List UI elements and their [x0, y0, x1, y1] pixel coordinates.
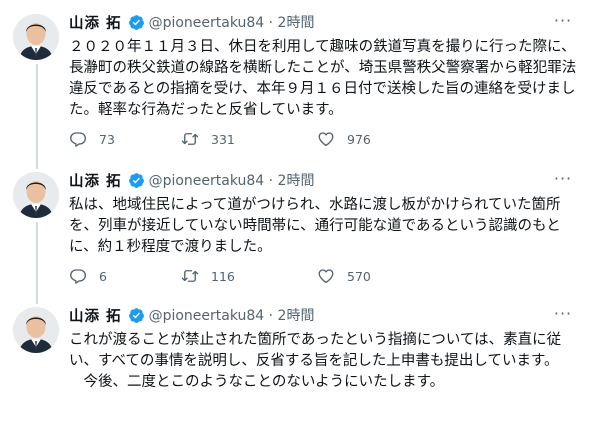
like-count: 976	[347, 131, 371, 147]
more-icon[interactable]: ···	[548, 306, 578, 327]
reply-count: 6	[99, 268, 107, 284]
avatar[interactable]	[13, 172, 59, 218]
thread-connector-line	[36, 64, 38, 160]
like-icon	[317, 267, 335, 285]
retweet-count: 116	[211, 268, 235, 284]
tweet-text-paragraph: 今後、二度とこのようなことのないようにいたします。	[83, 374, 445, 390]
author-name[interactable]: 山添 拓	[69, 170, 122, 191]
author-name[interactable]: 山添 拓	[69, 12, 122, 33]
more-icon[interactable]: ···	[548, 171, 578, 192]
like-icon	[317, 130, 335, 148]
handle-and-time[interactable]: @pioneertaku84 · 2時間	[149, 170, 315, 190]
tweet-text: これが渡ることが禁止された箇所であったという指摘については、素直に従い、すべての…	[69, 330, 581, 393]
tweet-actions: 73 331 976	[69, 128, 371, 150]
retweet-button[interactable]: 331	[181, 130, 317, 148]
tweet-2[interactable]: 山添 拓 @pioneertaku84 · 2時間 ··· 私は、地域住民によっ…	[0, 160, 595, 295]
verified-badge-icon	[128, 307, 145, 324]
thread-connector-line	[36, 160, 38, 169]
reply-icon	[69, 267, 87, 285]
author-name[interactable]: 山添 拓	[69, 305, 122, 326]
verified-badge-icon	[128, 172, 145, 189]
tweet-3[interactable]: 山添 拓 @pioneertaku84 · 2時間 ··· これが渡ることが禁止…	[0, 295, 595, 426]
tweet-text-paragraph: ２０２０年１１月３日、休日を利用して趣味の鉄道写真を撮りに行った際に、長瀞町の秩…	[69, 39, 577, 118]
like-button[interactable]: 976	[317, 130, 371, 148]
reply-button[interactable]: 6	[69, 267, 181, 285]
like-button[interactable]: 570	[317, 267, 371, 285]
avatar[interactable]	[13, 14, 59, 60]
tweet-text-paragraph: 私は、地域住民によって道がつけられ、水路に渡し板がかけられていた箇所を、列車が接…	[69, 197, 561, 255]
avatar[interactable]	[13, 307, 59, 353]
verified-badge-icon	[128, 14, 145, 31]
thread-connector-line	[36, 295, 38, 304]
tweet-1[interactable]: 山添 拓 @pioneertaku84 · 2時間 ··· ２０２０年１１月３日…	[0, 0, 595, 160]
reply-icon	[69, 130, 87, 148]
tweet-actions: 6 116 570	[69, 265, 371, 287]
like-count: 570	[347, 268, 371, 284]
retweet-icon	[181, 267, 199, 285]
handle-and-time[interactable]: @pioneertaku84 · 2時間	[149, 12, 315, 32]
tweet-text: 私は、地域住民によって道がつけられ、水路に渡し板がかけられていた箇所を、列車が接…	[69, 195, 581, 258]
retweet-button[interactable]: 116	[181, 267, 317, 285]
tweet-text: ２０２０年１１月３日、休日を利用して趣味の鉄道写真を撮りに行った際に、長瀞町の秩…	[69, 37, 581, 121]
handle-and-time[interactable]: @pioneertaku84 · 2時間	[149, 305, 315, 325]
tweet-text-paragraph: これが渡ることが禁止された箇所であったという指摘については、素直に従い、すべての…	[69, 332, 562, 369]
more-icon[interactable]: ···	[548, 13, 578, 34]
retweet-count: 331	[211, 131, 235, 147]
thread-connector-line	[36, 222, 38, 295]
retweet-icon	[181, 130, 199, 148]
reply-button[interactable]: 73	[69, 130, 181, 148]
reply-count: 73	[99, 131, 115, 147]
